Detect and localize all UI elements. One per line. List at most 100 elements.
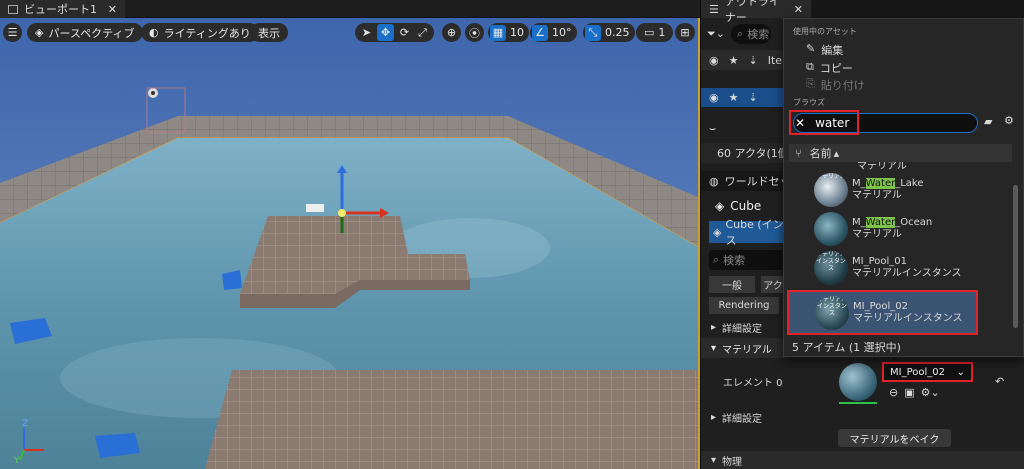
close-icon[interactable]: ✕: [794, 3, 803, 16]
asset-search-callout: ✕ water: [789, 110, 859, 135]
component-row[interactable]: ◈ Cube (インス: [709, 218, 789, 247]
gear-icon[interactable]: ⚙: [1004, 114, 1014, 127]
rotation-snap-button[interactable]: ∠ 10°: [530, 23, 577, 42]
perspective-button[interactable]: ◈ パースペクティブ: [27, 23, 143, 42]
section-physics[interactable]: ▾ 物理: [701, 451, 1024, 469]
element-label: エレメント 0: [723, 378, 783, 389]
tab-outliner[interactable]: ☰ アウトライナー ✕: [701, 0, 811, 24]
surface-snap-icon: ⦿: [469, 26, 480, 40]
rotation-snap-value: 10°: [552, 26, 572, 39]
sort-header[interactable]: ⑂ 名前 ▴: [789, 144, 1012, 162]
material-thumbnail: [814, 211, 848, 246]
folder-icon[interactable]: ▰: [984, 115, 992, 128]
list-item[interactable]: マテリアル インスタンス MI_Pool_01 マテリアルインスタンス: [789, 249, 1009, 286]
perspective-label: パースペクティブ: [48, 26, 135, 40]
scale-icon[interactable]: ⤢: [415, 26, 430, 40]
world-icon: ◍: [709, 174, 719, 188]
bake-material-button[interactable]: マテリアルをベイク: [838, 429, 951, 447]
menu-edit[interactable]: ✎ 編集: [806, 42, 843, 58]
copy-icon: ⧉: [806, 60, 814, 73]
world-title: ワールドセッ: [724, 175, 791, 188]
surface-snap-button[interactable]: ⦿: [465, 23, 484, 42]
menu-edit-label: 編集: [821, 44, 844, 57]
clear-search-icon[interactable]: ✕: [795, 116, 805, 130]
item-name: M_Water_Ocean: [852, 216, 933, 228]
filter-tab-rendering[interactable]: Rendering: [709, 297, 779, 314]
star-icon[interactable]: ★: [729, 54, 739, 67]
chevron-down-icon: ▾: [711, 454, 717, 466]
browse-icon[interactable]: ▣: [904, 386, 914, 399]
item-type: マテリアルインスタンス: [852, 267, 962, 279]
section-advanced-2[interactable]: ▸ 詳細設定: [701, 408, 1024, 426]
viewport-toolbar: ☰ ◈ パースペクティブ ◐ ライティングあり 表示 ➤ ✥ ⟳ ⤢ ⊕ ⦿ ▦…: [0, 23, 700, 45]
list-item[interactable]: M_Water_Ocean マテリアル: [789, 210, 1009, 247]
outliner-row-selected[interactable]: ◉ ★ ⇣: [701, 88, 785, 107]
world-local-button[interactable]: ⊕: [442, 23, 461, 42]
outliner-search[interactable]: ⌕ 検索: [731, 24, 772, 44]
hamburger-icon: ☰: [7, 26, 18, 39]
chevron-right-icon: ▸: [711, 321, 717, 333]
filter-tab-actor[interactable]: アク: [761, 276, 785, 293]
select-icon[interactable]: ➤: [359, 26, 374, 39]
hierarchy-icon: ⑂: [795, 146, 802, 160]
move-icon[interactable]: ✥: [377, 24, 394, 41]
material-thumbnail[interactable]: [839, 363, 877, 401]
sort-label: 名前: [809, 147, 832, 160]
layout-button[interactable]: ⊞: [675, 23, 695, 42]
visibility-icon[interactable]: ◉: [709, 91, 719, 104]
star-icon[interactable]: ★: [729, 91, 739, 104]
filter-tab-general[interactable]: 一般: [709, 276, 755, 293]
level-viewport[interactable]: Z Y ☰ ◈ パースペクティブ ◐ ライティングあり 表示 ➤ ✥ ⟳ ⤢ ⊕…: [0, 18, 700, 469]
current-asset-header: 使用中のアセット: [793, 27, 857, 36]
grid-snap-button[interactable]: ▦ 10: [488, 23, 529, 42]
details-search[interactable]: ⌕ 検索: [709, 250, 785, 270]
list-item-selected[interactable]: マテリアル インスタンス MI_Pool_02 マテリアルインスタンス: [787, 290, 978, 335]
collapse-icon[interactable]: ⌣: [709, 122, 716, 136]
filter-icon[interactable]: ⏷⌄: [707, 27, 725, 41]
filter-tab-actor-label: アク: [763, 281, 783, 292]
reset-icon[interactable]: ↶: [995, 375, 1004, 388]
material-thumbnail: マテリアル インスタンス: [814, 250, 848, 285]
asset-picker-dropdown: 使用中のアセット ✎ 編集 ⧉ コピー ⎘ 貼り付け ブラウズ ✕ water …: [783, 18, 1024, 357]
use-selected-icon[interactable]: ⊖: [889, 386, 898, 399]
cube-icon: ◈: [713, 225, 722, 239]
item-name: MI_Pool_01: [852, 255, 907, 267]
search-icon: ⌕: [737, 27, 744, 40]
asset-search-value[interactable]: water: [815, 116, 849, 130]
camera-speed-value: 1: [658, 26, 666, 39]
camera-icon: ▭: [644, 26, 655, 39]
partial-item-type: マテリアル: [857, 162, 907, 170]
item-name: MI_Pool_02: [853, 300, 908, 312]
show-label: 表示: [258, 26, 280, 40]
camera-speed-button[interactable]: ▭ 1: [636, 23, 674, 42]
options-icon[interactable]: ⚙⌄: [921, 386, 940, 399]
sort-asc-icon: ▴: [833, 146, 840, 160]
details-object-name: Cube: [730, 199, 762, 213]
section-physics-label: 物理: [722, 456, 743, 468]
material-select[interactable]: MI_Pool_02 ⌄: [882, 362, 973, 382]
viewport-tabbar: ビューポート1 ✕: [0, 0, 700, 18]
results-status: 5 アイテム (1 選択中): [792, 341, 901, 354]
transform-tools: ➤ ✥ ⟳ ⤢: [355, 23, 434, 42]
filter-tab-general-label: 一般: [722, 281, 742, 292]
scene-render: [0, 18, 700, 469]
details-search-placeholder: 検索: [723, 254, 746, 267]
lighting-icon: ◐: [149, 26, 159, 39]
lighting-button[interactable]: ◐ ライティングあり: [141, 23, 259, 42]
material-select-value: MI_Pool_02: [890, 366, 945, 378]
close-icon[interactable]: ✕: [108, 3, 117, 16]
menu-button[interactable]: ☰: [3, 23, 22, 42]
rotate-icon[interactable]: ⟳: [397, 26, 412, 39]
cube-icon: ◈: [715, 199, 725, 213]
list-item[interactable]: マテリアル M_Water_Lake マテリアル: [789, 171, 1009, 208]
show-button[interactable]: 表示: [250, 23, 288, 42]
material-thumbnail: マテリアル インスタンス: [815, 295, 849, 330]
globe-icon: ⊕: [446, 26, 457, 39]
pin-icon[interactable]: ⇣: [748, 54, 757, 67]
scale-snap-button[interactable]: ⤡ 0.25: [583, 23, 635, 42]
list-scrollbar[interactable]: [1013, 185, 1018, 328]
menu-copy[interactable]: ⧉ コピー: [806, 60, 853, 76]
visibility-icon[interactable]: ◉: [709, 54, 719, 67]
item-type: マテリアル: [852, 228, 902, 240]
tab-viewport[interactable]: ビューポート1 ✕: [0, 0, 125, 18]
